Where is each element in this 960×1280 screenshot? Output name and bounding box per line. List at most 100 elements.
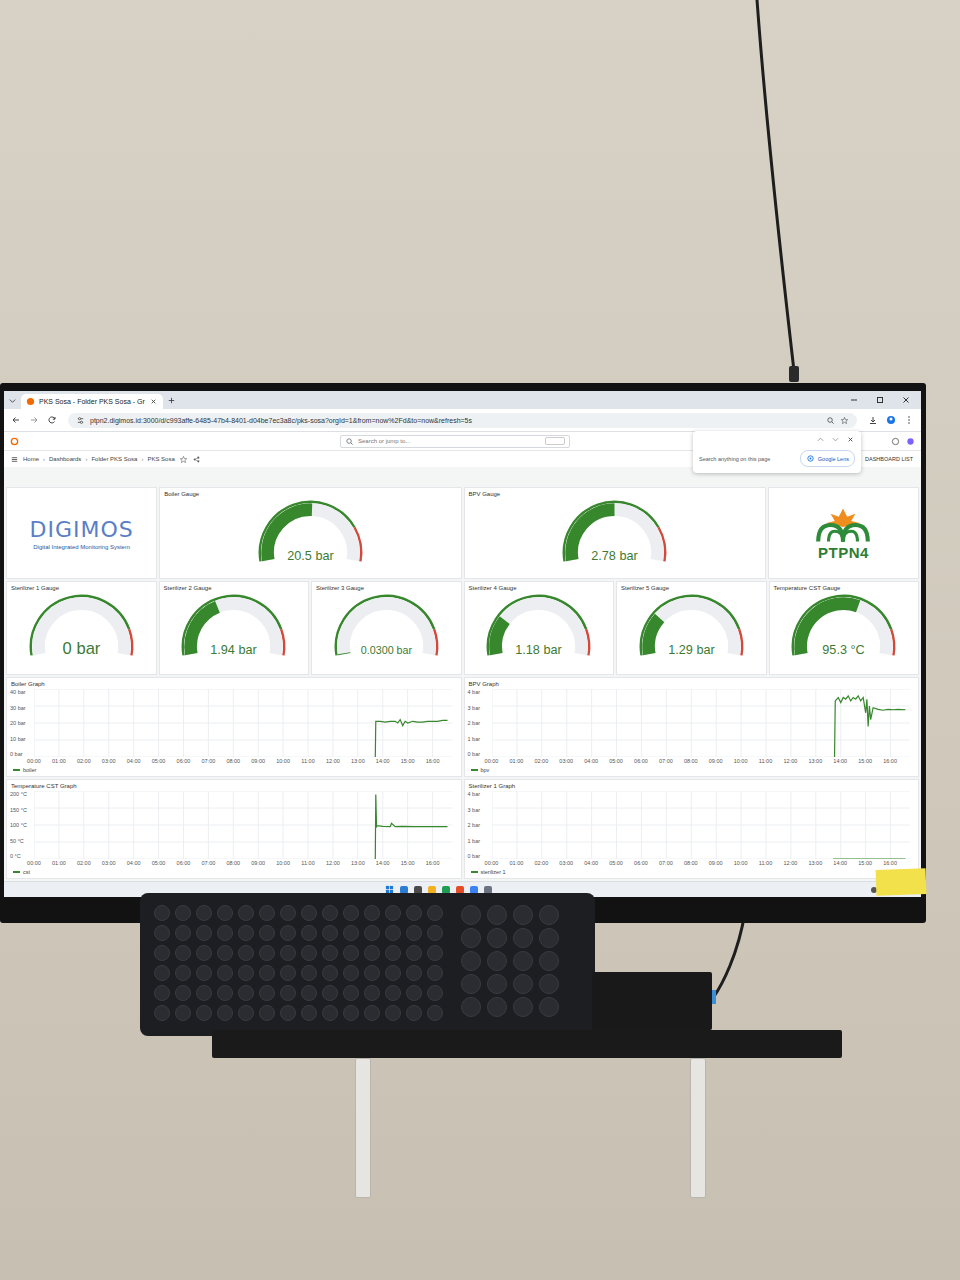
keyboard-key[interactable]	[513, 997, 533, 1017]
keyboard-key[interactable]	[301, 965, 317, 981]
keyboard-key[interactable]	[461, 997, 481, 1017]
keyboard[interactable]	[140, 893, 595, 1036]
keyboard-key[interactable]	[154, 945, 170, 961]
keyboard-key[interactable]	[539, 951, 559, 971]
keyboard-key[interactable]	[406, 905, 422, 921]
keyboard-key[interactable]	[301, 1005, 317, 1021]
keyboard-key[interactable]	[364, 945, 380, 961]
keyboard-key[interactable]	[461, 928, 481, 948]
plot-area[interactable]	[492, 689, 911, 757]
help-icon[interactable]	[891, 437, 900, 446]
close-icon[interactable]	[149, 397, 158, 406]
keyboard-key[interactable]	[406, 925, 422, 941]
gauge-panel[interactable]: Sterilizer 1 Gauge 0 bar	[6, 581, 157, 675]
user-avatar-icon[interactable]	[906, 437, 915, 446]
forward-icon[interactable]	[26, 415, 42, 425]
keyboard-key[interactable]	[154, 1005, 170, 1021]
more-icon[interactable]	[901, 415, 917, 425]
keyboard-key[interactable]	[513, 951, 533, 971]
keyboard-key[interactable]	[217, 925, 233, 941]
keyboard-key[interactable]	[280, 985, 296, 1001]
keyboard-key[interactable]	[175, 925, 191, 941]
graph-panel[interactable]: Sterilizer 1 Graph 4 bar3 bar2 bar1 bar0…	[464, 779, 920, 879]
keyboard-key[interactable]	[364, 1005, 380, 1021]
share-icon[interactable]	[192, 455, 201, 464]
keyboard-key[interactable]	[322, 985, 338, 1001]
gauge-panel[interactable]: Sterilizer 3 Gauge 0.0300 bar	[311, 581, 462, 675]
keyboard-key[interactable]	[343, 905, 359, 921]
keyboard-key[interactable]	[343, 1005, 359, 1021]
keyboard-key[interactable]	[487, 951, 507, 971]
favorite-star-icon[interactable]	[179, 455, 188, 464]
plot-area[interactable]	[34, 689, 453, 757]
keyboard-key[interactable]	[280, 965, 296, 981]
breadcrumb-item[interactable]: Dashboards	[49, 456, 81, 462]
keyboard-key[interactable]	[280, 925, 296, 941]
new-tab-icon[interactable]	[167, 396, 176, 405]
keyboard-key[interactable]	[259, 905, 275, 921]
keyboard-key[interactable]	[427, 985, 443, 1001]
plot-area[interactable]	[34, 791, 453, 859]
keyboard-key[interactable]	[385, 925, 401, 941]
graph-panel[interactable]: Boiler Graph 40 bar30 bar20 bar10 bar0 b…	[6, 677, 462, 777]
keyboard-key[interactable]	[280, 1005, 296, 1021]
search-field[interactable]: Search or jump to...	[340, 435, 570, 448]
keyboard-key[interactable]	[196, 945, 212, 961]
keyboard-key[interactable]	[238, 985, 254, 1001]
keyboard-key[interactable]	[539, 997, 559, 1017]
maximize-icon[interactable]	[869, 395, 891, 405]
bookmark-star-icon[interactable]	[840, 416, 849, 425]
keyboard-key[interactable]	[343, 985, 359, 1001]
graph-panel[interactable]: Temperature CST Graph 200 °C150 °C100 °C…	[6, 779, 462, 879]
keyboard-key[interactable]	[238, 965, 254, 981]
download-icon[interactable]	[865, 415, 881, 425]
keyboard-key[interactable]	[217, 905, 233, 921]
keyboard-key[interactable]	[322, 1005, 338, 1021]
zoom-icon[interactable]	[826, 416, 835, 425]
keyboard-key[interactable]	[427, 925, 443, 941]
keyboard-key[interactable]	[427, 905, 443, 921]
keyboard-key[interactable]	[217, 985, 233, 1001]
keyboard-key[interactable]	[539, 928, 559, 948]
breadcrumb-item[interactable]: Home	[23, 456, 39, 462]
keyboard-key[interactable]	[539, 905, 559, 925]
close-find-icon[interactable]	[846, 435, 855, 444]
keyboard-key[interactable]	[406, 1005, 422, 1021]
keyboard-key[interactable]	[259, 925, 275, 941]
breadcrumb-item[interactable]: PKS Sosa	[147, 456, 174, 462]
keyboard-key[interactable]	[461, 951, 481, 971]
keyboard-key[interactable]	[175, 905, 191, 921]
gauge-panel[interactable]: Sterilizer 5 Gauge 1.29 bar	[616, 581, 767, 675]
keyboard-key[interactable]	[175, 965, 191, 981]
keyboard-key[interactable]	[364, 925, 380, 941]
keyboard-key[interactable]	[238, 1005, 254, 1021]
keyboard-key[interactable]	[259, 945, 275, 961]
legend[interactable]: sterilizer 1	[465, 868, 919, 878]
keyboard-key[interactable]	[385, 985, 401, 1001]
keyboard-key[interactable]	[406, 985, 422, 1001]
google-lens-button[interactable]: Google Lens	[800, 450, 855, 467]
grafana-logo-icon[interactable]	[10, 437, 19, 446]
keyboard-key[interactable]	[301, 925, 317, 941]
keyboard-key[interactable]	[343, 925, 359, 941]
keyboard-key[interactable]	[364, 965, 380, 981]
keyboard-key[interactable]	[217, 1005, 233, 1021]
url-field[interactable]: ptpn2.digimos.id:3000/d/c993affe-6485-47…	[68, 413, 857, 428]
keyboard-key[interactable]	[385, 905, 401, 921]
keyboard-key[interactable]	[322, 925, 338, 941]
keyboard-key[interactable]	[385, 965, 401, 981]
keyboard-key[interactable]	[385, 1005, 401, 1021]
keyboard-key[interactable]	[238, 925, 254, 941]
keyboard-key[interactable]	[427, 945, 443, 961]
breadcrumb-item[interactable]: Folder PKS Sosa	[91, 456, 137, 462]
keyboard-key[interactable]	[322, 945, 338, 961]
keyboard-key[interactable]	[364, 905, 380, 921]
keyboard-key[interactable]	[301, 905, 317, 921]
keyboard-key[interactable]	[513, 905, 533, 925]
keyboard-key[interactable]	[513, 974, 533, 994]
keyboard-key[interactable]	[301, 985, 317, 1001]
keyboard-key[interactable]	[322, 965, 338, 981]
legend[interactable]: boiler	[7, 766, 461, 776]
legend[interactable]: cst	[7, 868, 461, 878]
menu-icon[interactable]	[10, 455, 19, 464]
